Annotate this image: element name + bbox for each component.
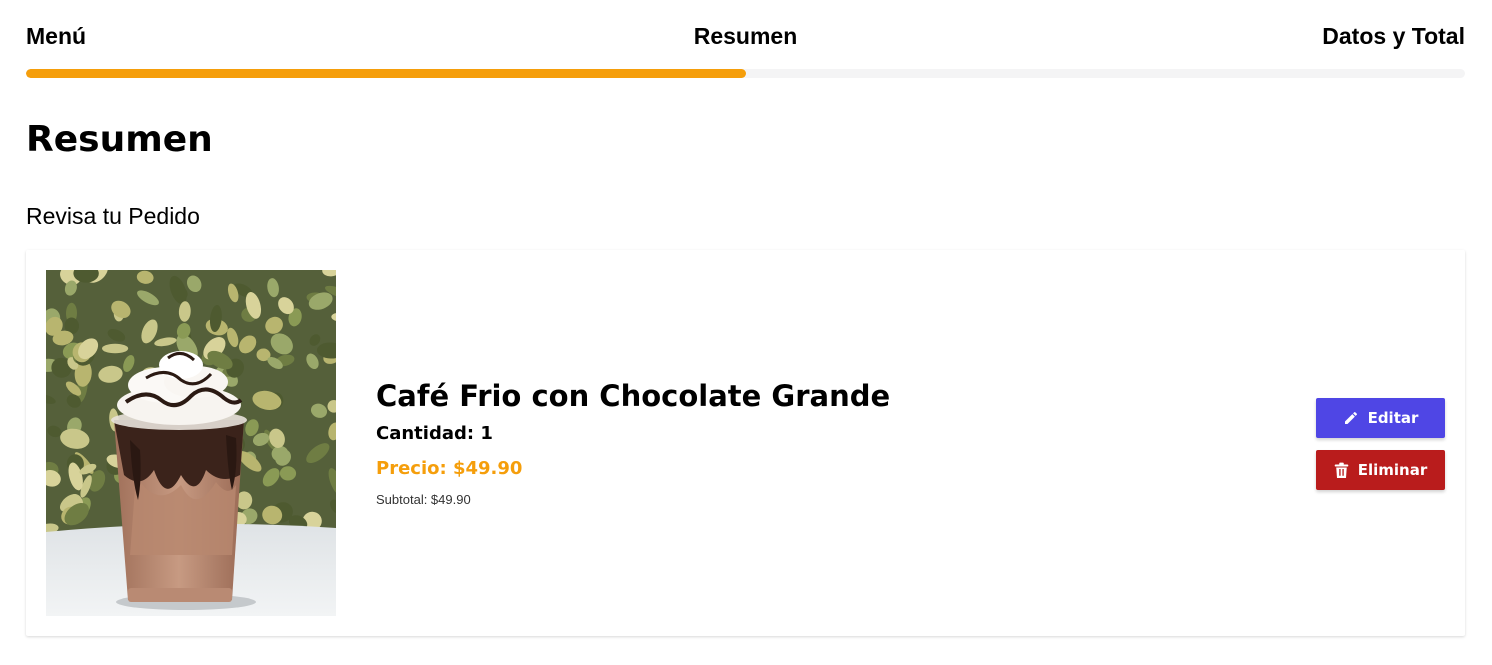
delete-button[interactable]: Eliminar [1316, 450, 1445, 490]
order-item-card: Café Frio con Chocolate Grande Cantidad:… [26, 250, 1465, 636]
order-summary-page: Menú Resumen Datos y Total Resumen Revis… [0, 0, 1492, 665]
step-resumen[interactable]: Resumen [694, 20, 798, 52]
item-subtotal: Subtotal: $49.90 [376, 492, 471, 507]
product-name: Café Frio con Chocolate Grande [376, 379, 891, 413]
edit-button[interactable]: Editar [1316, 398, 1445, 438]
pencil-icon [1344, 411, 1357, 424]
step-menu[interactable]: Menú [26, 20, 86, 52]
delete-button-label: Eliminar [1357, 461, 1428, 479]
item-info: Café Frio con Chocolate Grande Cantidad:… [376, 376, 890, 509]
foliage-leaf [102, 343, 129, 354]
page-subtitle: Revisa tu Pedido [26, 203, 200, 229]
step-datos-total[interactable]: Datos y Total [1322, 20, 1465, 52]
page-title: Resumen [26, 119, 213, 160]
product-image [46, 270, 336, 616]
progress-bar-fill [26, 69, 746, 78]
edit-button-label: Editar [1367, 409, 1419, 427]
step-navigation: Menú Resumen Datos y Total [26, 20, 1465, 52]
item-price: Precio: $49.90 [376, 458, 523, 479]
progress-bar [26, 69, 1465, 78]
item-quantity: Cantidad: 1 [376, 423, 493, 444]
trash-icon [1334, 462, 1348, 478]
